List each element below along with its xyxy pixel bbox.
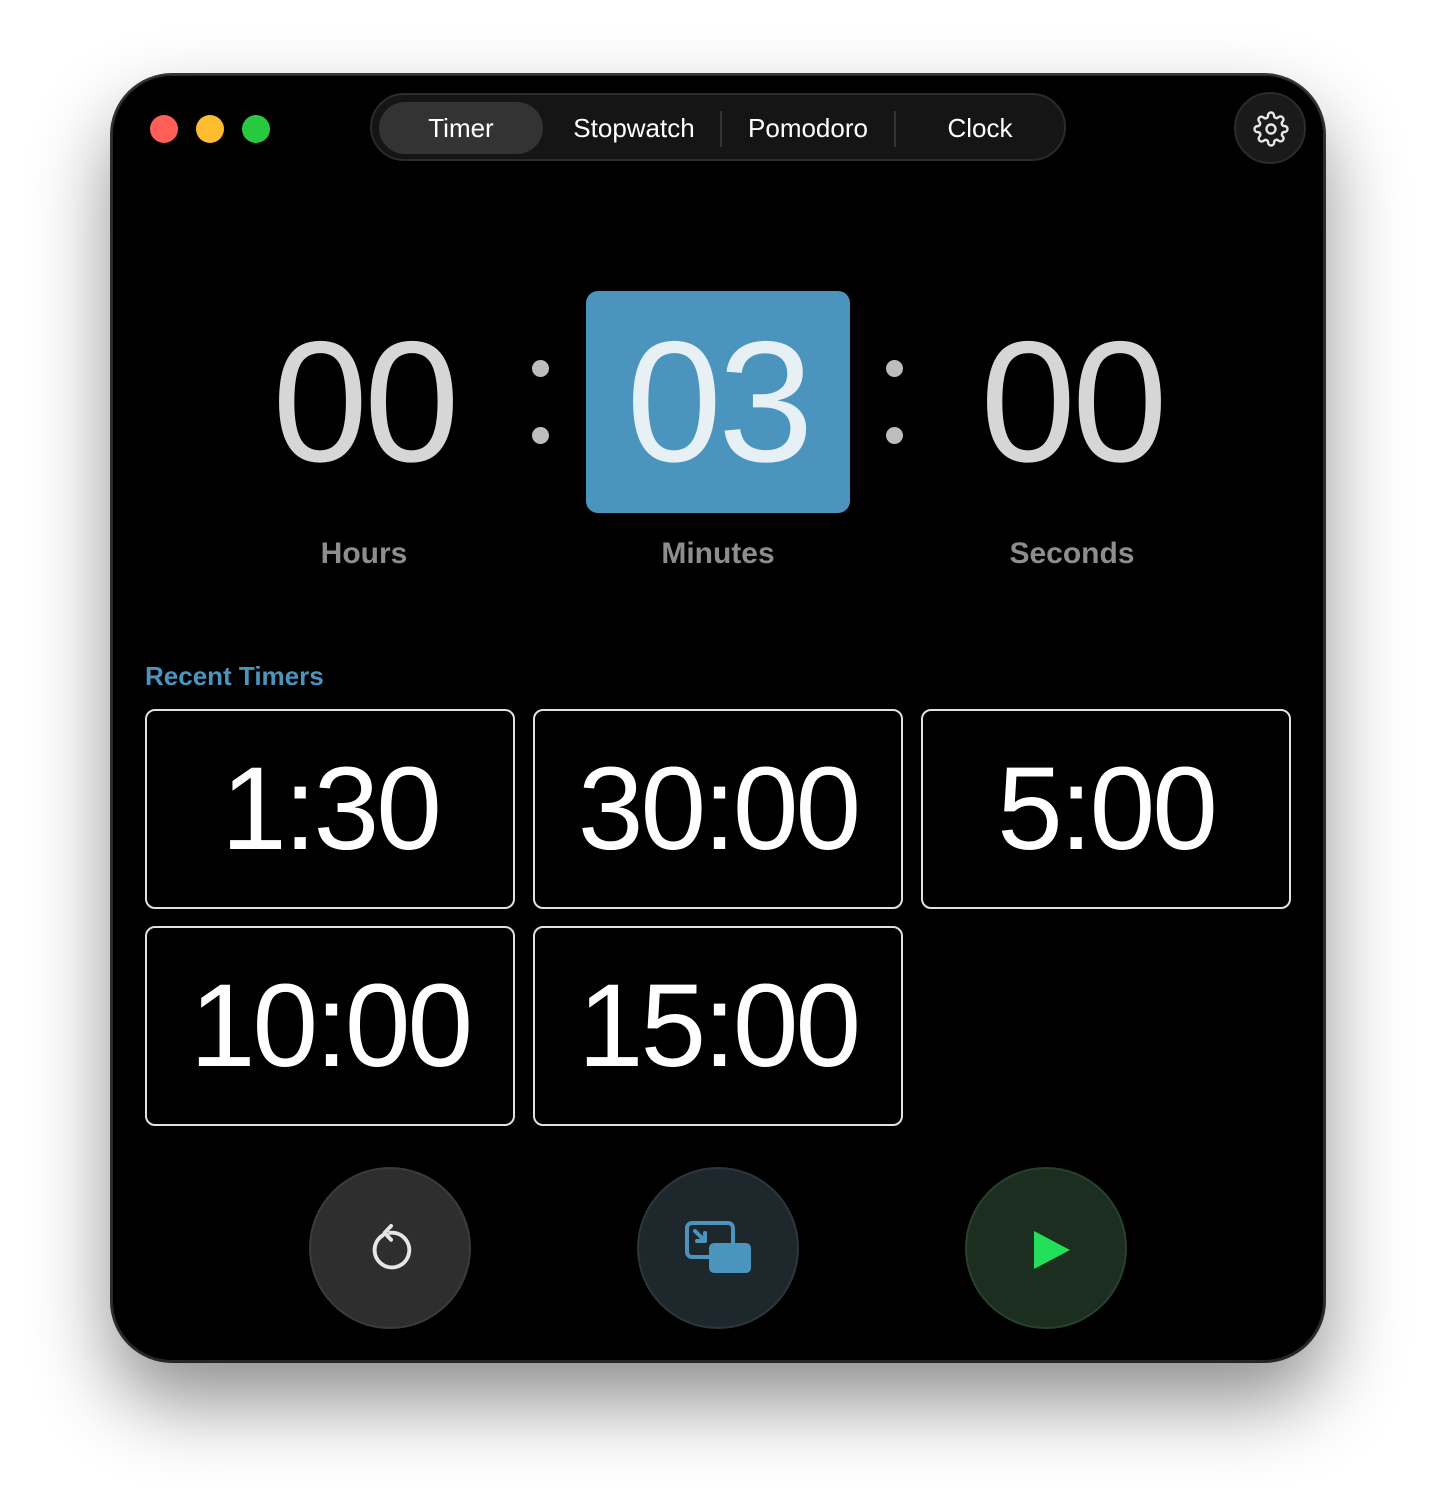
mode-tabs: Timer Stopwatch Pomodoro Clock	[370, 93, 1066, 161]
tab-timer[interactable]: Timer	[379, 102, 543, 154]
recent-timer-preset[interactable]: 10:00	[145, 926, 515, 1126]
hours-label: Hours	[320, 537, 408, 570]
tab-pomodoro[interactable]: Pomodoro	[726, 102, 890, 154]
colon-dot	[532, 360, 549, 377]
window-minimize-button[interactable]	[196, 115, 224, 143]
colon-dot	[532, 427, 549, 444]
picture-in-picture-button[interactable]	[637, 1167, 799, 1329]
tab-divider	[720, 111, 722, 147]
play-button[interactable]	[965, 1167, 1127, 1329]
settings-button[interactable]	[1234, 92, 1306, 164]
timer-app-window: Timer Stopwatch Pomodoro Clock 00 03 00 …	[112, 75, 1324, 1361]
recent-timer-preset[interactable]: 30:00	[533, 709, 903, 909]
window-close-button[interactable]	[150, 115, 178, 143]
seconds-digits[interactable]: 00	[940, 291, 1204, 513]
picture-in-picture-icon	[685, 1221, 751, 1273]
seconds-label: Seconds	[1009, 537, 1135, 570]
gear-icon	[1253, 111, 1289, 147]
reset-icon	[372, 1223, 412, 1270]
colon-dot	[886, 427, 903, 444]
tab-stopwatch[interactable]: Stopwatch	[552, 102, 716, 154]
recent-timer-preset[interactable]: 5:00	[921, 709, 1291, 909]
reset-button[interactable]	[309, 1167, 471, 1329]
minutes-digits[interactable]: 03	[586, 291, 850, 513]
play-icon	[1034, 1231, 1070, 1269]
recent-timer-preset[interactable]: 15:00	[533, 926, 903, 1126]
recent-timers-title: Recent Timers	[145, 661, 324, 691]
tab-divider	[894, 111, 896, 147]
window-maximize-button[interactable]	[242, 115, 270, 143]
recent-timer-preset[interactable]: 1:30	[145, 709, 515, 909]
hours-digits[interactable]: 00	[232, 291, 496, 513]
colon-dot	[886, 360, 903, 377]
tab-clock[interactable]: Clock	[898, 102, 1062, 154]
minutes-label: Minutes	[661, 537, 775, 570]
